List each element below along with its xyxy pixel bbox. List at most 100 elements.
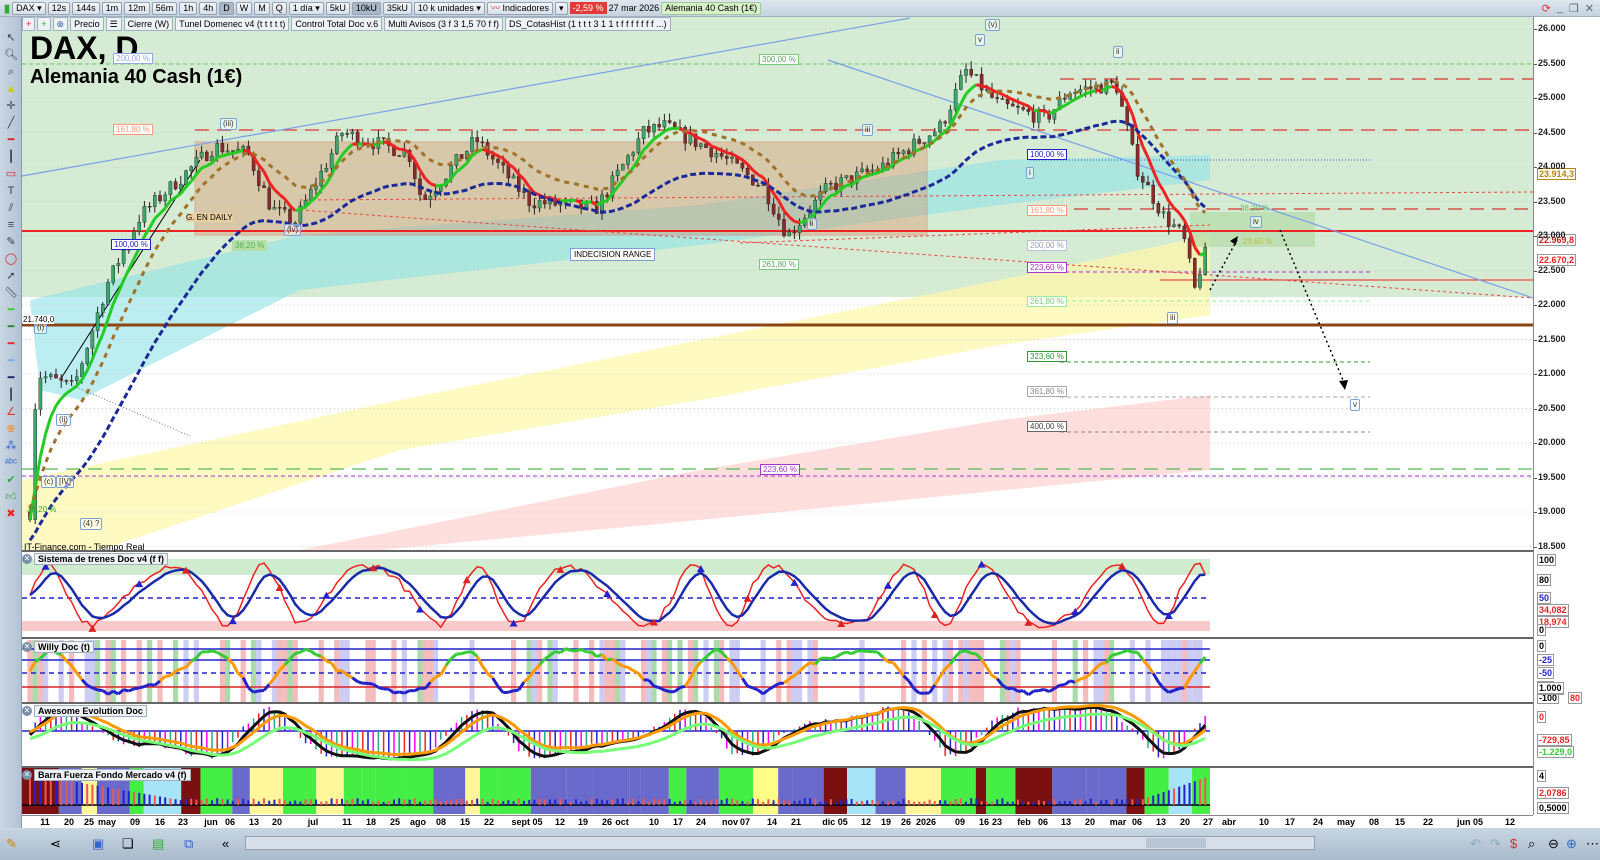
fib-label[interactable]: 38,20 % (24, 504, 59, 515)
interval-1m[interactable]: 1m (101, 1, 123, 15)
indicators-dropdown[interactable]: ▾ (555, 1, 568, 15)
legend-multi-avisos[interactable]: Multi Avisos (3 f 3 1,5 70 f f) (384, 17, 503, 31)
interval-W[interactable]: W (235, 1, 253, 15)
close-panel-icon[interactable]: ✕ (22, 706, 32, 716)
wave-label[interactable]: ii (1113, 46, 1123, 58)
target-icon[interactable]: ⊕ (2, 422, 20, 437)
panel-title[interactable]: Sistema de trenes Doc v4 (f f) (34, 553, 169, 565)
windows-icon[interactable]: ⧉ (184, 836, 193, 852)
fib-label[interactable]: 261,80 % (1027, 296, 1067, 307)
units-select[interactable]: 10 k unidades ▾ (413, 1, 485, 15)
zoom-fit-icon[interactable]: ⌕ (1528, 836, 1535, 852)
pointer-icon[interactable]: ↖ (2, 31, 20, 46)
wave-label[interactable]: i (1026, 167, 1034, 179)
restore-icon[interactable]: ❐ (1569, 2, 1579, 15)
price-chart[interactable] (0, 0, 1600, 860)
angle-icon[interactable]: ∠ (2, 405, 20, 420)
wave-label[interactable]: [IV] (56, 476, 75, 488)
fib-label[interactable]: 100,00 % (111, 239, 151, 250)
line-icon[interactable]: ╱ (2, 116, 20, 131)
draw-icon[interactable]: ✎ (6, 836, 17, 852)
interval-12m[interactable]: 12m (124, 1, 150, 15)
panel-title[interactable]: Barra Fuerza Fondo Mercado v4 (f) (34, 769, 191, 781)
wave-label[interactable]: (4) ? (80, 518, 103, 530)
list-icon[interactable]: ☰ (105, 17, 122, 31)
fib-label[interactable]: 161,80 % (113, 124, 153, 135)
color-red-icon[interactable]: ━ (2, 337, 20, 352)
color-blue-icon[interactable]: ━ (2, 371, 20, 386)
fib-label[interactable]: 261,80 % (759, 259, 799, 270)
rect-icon[interactable]: ▭ (2, 167, 20, 182)
arrow-icon[interactable]: ➚ (2, 269, 20, 284)
interval-56m[interactable]: 56m (151, 1, 178, 15)
ellipse-icon[interactable]: ◯ (2, 252, 20, 267)
unit-10kU[interactable]: 10kU (351, 1, 381, 15)
wave-label[interactable]: v (975, 34, 985, 46)
wave-label[interactable]: ii (807, 218, 817, 230)
panel-title[interactable]: Awesome Evolution Doc (34, 705, 147, 717)
panel-title[interactable]: Willy Doc (t) (34, 641, 94, 653)
ruler-icon[interactable]: 📏︎ (2, 286, 20, 301)
wave-label[interactable]: (v) (985, 19, 1001, 31)
pencil-icon[interactable]: ✎ (2, 235, 20, 250)
fib-label[interactable]: 361,80 % (1027, 386, 1067, 397)
fib-label[interactable]: 200,00 % (1027, 240, 1067, 251)
delete-icon[interactable]: ✖ (2, 507, 20, 522)
zoom-out-icon[interactable]: ⊖ (1548, 836, 1559, 852)
wave-label[interactable]: (iv) (284, 224, 302, 236)
copy-icon[interactable]: ❏ (122, 836, 134, 852)
close-panel-icon[interactable]: ✕ (22, 554, 32, 564)
layout-icon[interactable]: ▤ (152, 836, 164, 852)
price-scale-icon[interactable]: $ (1510, 836, 1517, 851)
indecision-range-label[interactable]: INDECISION RANGE (570, 248, 656, 261)
color-green-icon[interactable]: ━ (2, 303, 20, 318)
color-lightblue-icon[interactable]: ━ (2, 354, 20, 369)
collapse-icon[interactable]: « (222, 836, 229, 851)
crosshair-icon[interactable]: ✛ (2, 99, 20, 114)
zoom-area-icon[interactable]: ⌕ (2, 65, 20, 80)
wave-label[interactable]: (c) (41, 476, 57, 488)
fib-label[interactable]: 23,60 % (1240, 236, 1275, 247)
wave-label[interactable]: (ii) (56, 414, 71, 426)
undo-icon[interactable]: ↶ (1470, 836, 1481, 852)
legend-price[interactable]: Precio (70, 17, 104, 31)
chat-icon[interactable]: ▣ (92, 836, 104, 852)
interval-1h[interactable]: 1h (179, 1, 198, 15)
fib-label[interactable]: 223,60 % (760, 464, 800, 475)
refresh-icon[interactable]: ⟳ (1542, 2, 1551, 15)
color-darkgreen-icon[interactable]: ━ (2, 320, 20, 335)
daily-label[interactable]: G. EN DAILY (186, 213, 233, 222)
thumbs-up-icon[interactable]: 👍︎ (2, 490, 20, 505)
fib-label[interactable]: 400,00 % (1027, 421, 1067, 432)
legend-cotashist[interactable]: DS_CotasHist (1 t t t 3 1 1 t f f f f f … (504, 17, 671, 31)
zoom-in-icon[interactable]: ⊕ (1566, 836, 1577, 852)
redo-icon[interactable]: ↷ (1490, 836, 1501, 852)
close-panel-icon[interactable]: ✕ (22, 770, 32, 780)
interval-M[interactable]: M (254, 1, 270, 15)
fib-label[interactable]: 161,80 % (1027, 205, 1067, 216)
text-icon[interactable]: T (2, 184, 20, 199)
fib-label[interactable]: 223,60 % (1027, 262, 1067, 273)
level-label[interactable]: 21.740,0 (23, 315, 55, 324)
channel-icon[interactable]: ⫽ (2, 201, 20, 216)
wave-count-icon[interactable]: ⁂ (2, 439, 20, 454)
interval-D[interactable]: D (219, 1, 234, 15)
unit-35kU[interactable]: 35kU (382, 1, 412, 15)
fib-label[interactable]: 323,60 % (1027, 351, 1067, 362)
interval-144s[interactable]: 144s (72, 1, 100, 15)
minimize-icon[interactable]: _ (1557, 2, 1563, 15)
unit-5kU[interactable]: 5kU (325, 1, 350, 15)
add-red-icon[interactable]: + (22, 17, 36, 31)
width-icon[interactable]: ┃ (2, 388, 20, 403)
settings-icon[interactable]: ⋯ (1586, 836, 1599, 852)
close-icon[interactable]: ✕ (1585, 2, 1594, 15)
legend-close[interactable]: Cierre (W) (123, 17, 174, 31)
wave-label[interactable]: iii (1167, 312, 1179, 324)
remove-icon[interactable]: ⊗ (52, 17, 69, 31)
share-icon[interactable]: ⋖ (50, 836, 61, 852)
vline-icon[interactable]: ┃ (2, 150, 20, 165)
add-green-icon[interactable]: + (37, 17, 51, 31)
legend-control-total[interactable]: Control Total Doc v.6 (291, 17, 383, 31)
horizontal-scrollbar[interactable] (245, 836, 1315, 850)
wave-label[interactable]: iii (862, 124, 874, 136)
